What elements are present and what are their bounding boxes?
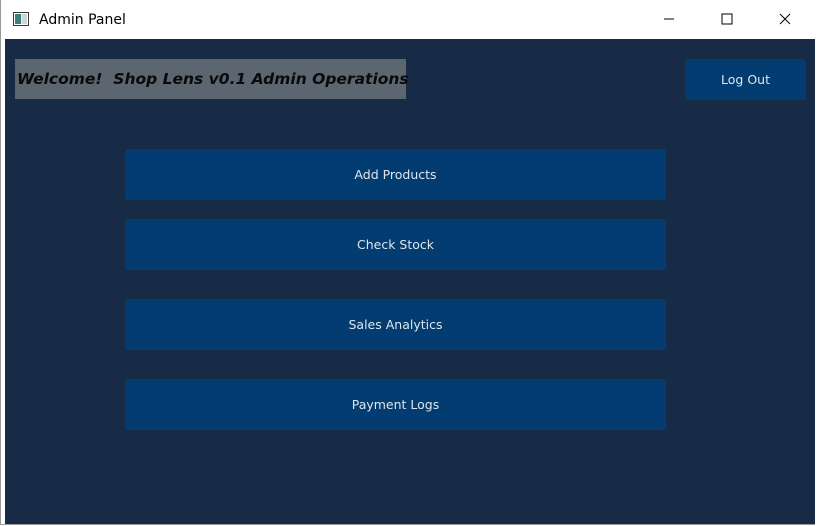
close-icon xyxy=(779,10,791,29)
maximize-icon xyxy=(721,10,733,29)
minimize-icon xyxy=(663,10,675,29)
welcome-banner: Welcome! Shop Lens v0.1 Admin Operations xyxy=(15,59,409,99)
app-window-icon xyxy=(13,11,29,26)
maximize-button[interactable] xyxy=(698,0,756,39)
title-bar[interactable]: Admin Panel xyxy=(1,0,816,39)
minimize-button[interactable] xyxy=(640,0,698,39)
close-button[interactable] xyxy=(756,0,814,39)
admin-content-area: Welcome! Shop Lens v0.1 Admin Operations… xyxy=(5,39,816,524)
admin-panel-window: Admin Panel Welcome! Shop Lens v0.1 Admi… xyxy=(0,0,817,525)
check-stock-button[interactable]: Check Stock xyxy=(125,219,666,270)
logout-button[interactable]: Log Out xyxy=(685,59,806,100)
payment-logs-button[interactable]: Payment Logs xyxy=(125,379,666,430)
sales-analytics-button[interactable]: Sales Analytics xyxy=(125,299,666,350)
welcome-text: Welcome! Shop Lens v0.1 Admin Operations xyxy=(17,70,409,88)
add-products-button[interactable]: Add Products xyxy=(125,149,666,200)
window-title: Admin Panel xyxy=(39,12,126,28)
